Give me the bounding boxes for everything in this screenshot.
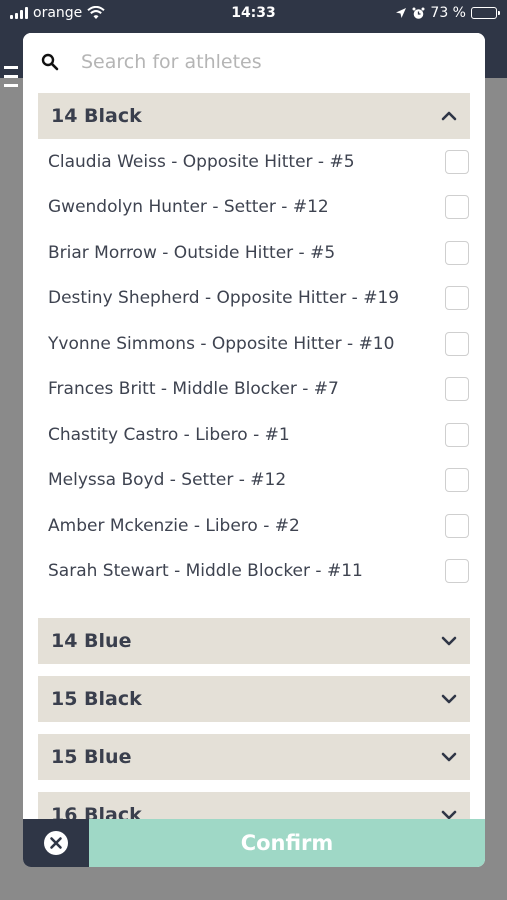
athlete-checkbox[interactable] [445, 149, 469, 174]
team-group-header[interactable]: 15 Blue [38, 734, 470, 780]
athlete-list: Claudia Weiss - Opposite Hitter - #5 Gwen… [38, 139, 470, 606]
alarm-icon [412, 7, 425, 19]
team-group: 15 Blue [38, 734, 470, 780]
athlete-name: Gwendolyn Hunter - Setter - #12 [48, 197, 329, 218]
search-icon [41, 53, 59, 71]
athlete-row[interactable]: Briar Morrow - Outside Hitter - #5 [38, 230, 470, 276]
team-group-title: 15 Black [51, 688, 142, 710]
athlete-row[interactable]: Claudia Weiss - Opposite Hitter - #5 [38, 139, 470, 185]
athlete-row[interactable]: Destiny Shepherd - Opposite Hitter - #19 [38, 276, 470, 322]
team-group-header[interactable]: 15 Black [38, 676, 470, 722]
athlete-checkbox[interactable] [445, 286, 469, 311]
team-group: 16 Black [38, 792, 470, 819]
athlete-checkbox[interactable] [445, 422, 469, 447]
team-group-title: 14 Blue [51, 630, 132, 652]
athlete-name: Yvonne Simmons - Opposite Hitter - #10 [48, 333, 395, 354]
athlete-row[interactable]: Amber Mckenzie - Libero - #2 [38, 503, 470, 549]
chevron-down-icon [441, 636, 457, 646]
athlete-row[interactable]: Chastity Castro - Libero - #1 [38, 412, 470, 458]
team-group: 15 Black [38, 676, 470, 722]
athlete-checkbox[interactable] [445, 513, 469, 538]
athlete-row[interactable]: Sarah Stewart - Middle Blocker - #11 [38, 549, 470, 595]
team-group-header[interactable]: 14 Black [38, 93, 470, 139]
athlete-checkbox[interactable] [445, 240, 469, 265]
menu-icon [4, 66, 18, 93]
athlete-name: Frances Britt - Middle Blocker - #7 [48, 379, 339, 400]
team-group-title: 15 Blue [51, 746, 132, 768]
athlete-row[interactable]: Frances Britt - Middle Blocker - #7 [38, 367, 470, 413]
team-group: 14 Blue [38, 618, 470, 664]
status-bar-right: 73 % [395, 5, 500, 21]
athlete-checkbox[interactable] [445, 331, 469, 356]
athlete-picker-modal: 14 Black Claudia Weiss - Opposite Hitter … [23, 33, 485, 867]
athlete-name: Briar Morrow - Outside Hitter - #5 [48, 242, 336, 263]
status-bar: orange 14:33 73 % [0, 0, 507, 28]
battery-label: 73 % [430, 5, 466, 21]
athlete-name: Melyssa Boyd - Setter - #12 [48, 470, 287, 491]
athlete-row[interactable]: Melyssa Boyd - Setter - #12 [38, 458, 470, 504]
confirm-button[interactable]: Confirm [89, 819, 485, 867]
cancel-button[interactable] [23, 819, 89, 867]
athlete-name: Chastity Castro - Libero - #1 [48, 424, 290, 445]
chevron-down-icon [441, 752, 457, 762]
athlete-name: Claudia Weiss - Opposite Hitter - #5 [48, 151, 355, 172]
search-input[interactable] [81, 47, 461, 77]
team-group-header[interactable]: 16 Black [38, 792, 470, 819]
modal-footer: Confirm [23, 819, 485, 867]
athlete-row[interactable]: Gwendolyn Hunter - Setter - #12 [38, 185, 470, 231]
team-group-title: 16 Black [51, 804, 142, 819]
search-bar [23, 33, 485, 90]
chevron-up-icon [441, 111, 457, 121]
athlete-checkbox[interactable] [445, 559, 469, 584]
battery-icon [471, 7, 500, 19]
chevron-down-icon [441, 694, 457, 704]
team-group-header[interactable]: 14 Blue [38, 618, 470, 664]
athlete-checkbox[interactable] [445, 195, 469, 220]
location-arrow-icon [396, 8, 407, 18]
group-list: 14 Black Claudia Weiss - Opposite Hitter … [23, 90, 485, 819]
athlete-name: Amber Mckenzie - Libero - #2 [48, 515, 300, 536]
athlete-name: Sarah Stewart - Middle Blocker - #11 [48, 561, 363, 582]
close-circle-icon [44, 831, 68, 855]
athlete-row[interactable]: Yvonne Simmons - Opposite Hitter - #10 [38, 321, 470, 367]
team-group: 14 Black Claudia Weiss - Opposite Hitter … [38, 93, 470, 606]
athlete-checkbox[interactable] [445, 377, 469, 402]
chevron-down-icon [441, 810, 457, 819]
athlete-name: Destiny Shepherd - Opposite Hitter - #19 [48, 288, 400, 309]
athlete-checkbox[interactable] [445, 468, 469, 493]
team-group-title: 14 Black [51, 105, 142, 127]
